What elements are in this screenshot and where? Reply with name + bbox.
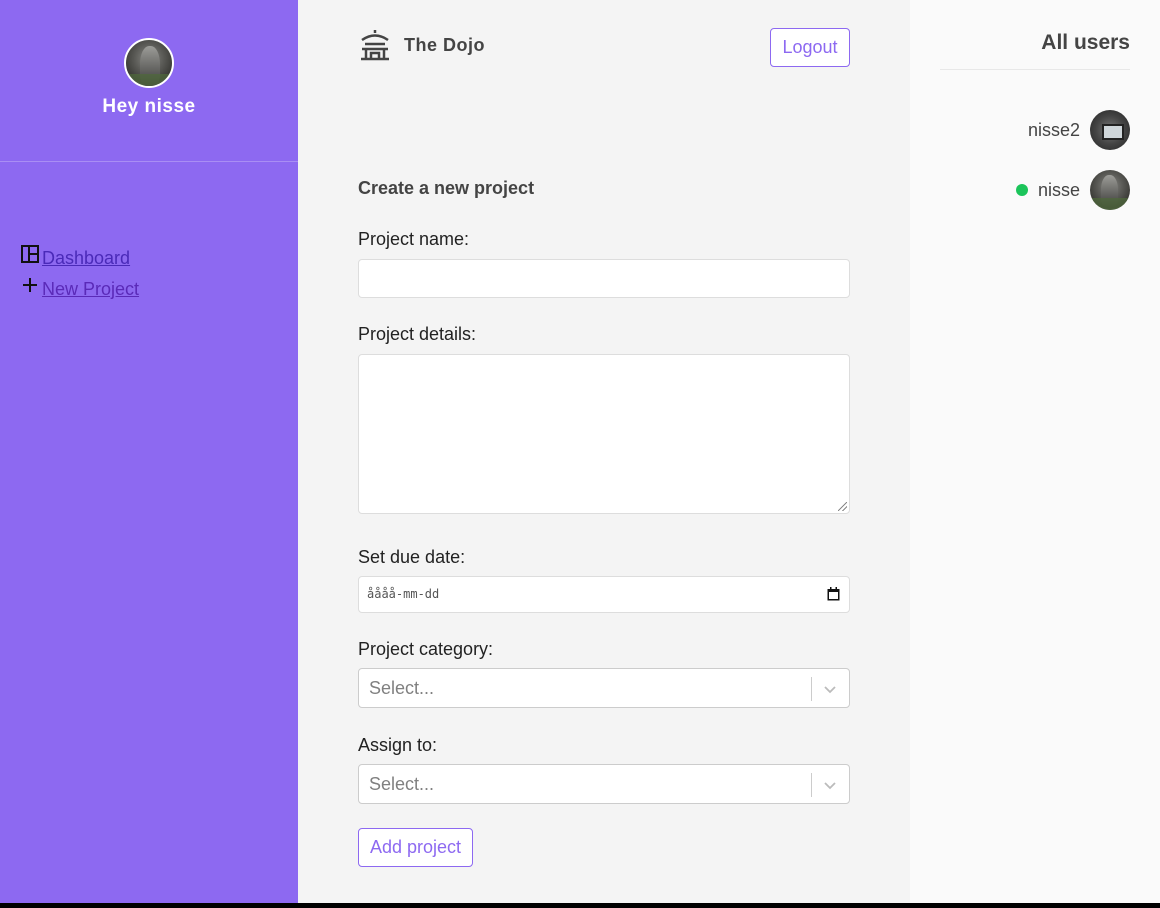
project-details-label: Project details: — [358, 324, 477, 344]
due-date-input[interactable]: åååå-mm-dd — [358, 576, 850, 613]
add-project-button[interactable]: Add project — [358, 828, 473, 867]
temple-icon — [361, 30, 389, 61]
divider — [940, 69, 1130, 70]
main-content: The Dojo Logout Create a new project Pro… — [298, 0, 910, 903]
assign-placeholder: Select... — [369, 774, 435, 794]
project-details-textarea[interactable] — [358, 354, 850, 514]
assign-to-select[interactable]: Select... — [358, 764, 850, 804]
sidebar-user-block: Hey nisse — [0, 0, 298, 162]
chevron-down-icon[interactable] — [823, 778, 837, 792]
due-date-label: Set due date: — [358, 547, 466, 567]
dashboard-icon — [21, 245, 39, 263]
project-category-select[interactable]: Select... — [358, 668, 850, 708]
avatar — [1090, 170, 1130, 210]
sidebar-link-new-project[interactable]: New Project — [42, 279, 139, 300]
chevron-down-icon[interactable] — [823, 682, 837, 696]
brand-logo: The Dojo — [358, 28, 485, 62]
resize-grip[interactable] — [838, 502, 847, 511]
user-name: nisse2 — [1027, 119, 1080, 140]
users-panel: All users nisse2 nisse — [910, 0, 1160, 903]
project-name-input[interactable] — [358, 259, 850, 298]
select-separator — [811, 773, 812, 797]
project-name-label: Project name: — [358, 229, 470, 249]
sidebar-link-dashboard[interactable]: Dashboard — [42, 248, 130, 269]
calendar-icon[interactable] — [827, 587, 840, 601]
user-name: nisse — [1037, 179, 1080, 200]
avatar — [1090, 110, 1130, 150]
project-category-label: Project category: — [358, 639, 494, 659]
avatar — [124, 38, 174, 88]
due-date-placeholder: åååå-mm-dd — [367, 587, 440, 601]
sidebar: Hey nisse Dashboard New Project — [0, 0, 298, 903]
assign-to-label: Assign to: — [358, 735, 438, 755]
brand-name: The Dojo — [404, 34, 485, 55]
category-placeholder: Select... — [369, 678, 435, 698]
greeting: Hey nisse — [102, 96, 196, 117]
navbar: The Dojo Logout — [358, 28, 850, 68]
user-list-item: nisse — [1015, 170, 1130, 210]
sidebar-item-new-project[interactable]: New Project — [20, 275, 139, 306]
select-separator — [811, 677, 812, 701]
users-panel-title: All users — [1041, 31, 1130, 54]
online-status-icon — [1015, 184, 1028, 196]
sidebar-item-dashboard[interactable]: Dashboard — [20, 244, 139, 275]
user-list-item: nisse2 — [1028, 110, 1130, 150]
window-bottom-edge — [0, 903, 1160, 908]
logout-button[interactable]: Logout — [770, 28, 850, 67]
sidebar-nav: Dashboard New Project — [20, 244, 139, 306]
form-title: Create a new project — [358, 178, 535, 198]
create-project-form: Create a new project Project name: Proje… — [358, 178, 850, 867]
plus-icon — [23, 278, 37, 292]
